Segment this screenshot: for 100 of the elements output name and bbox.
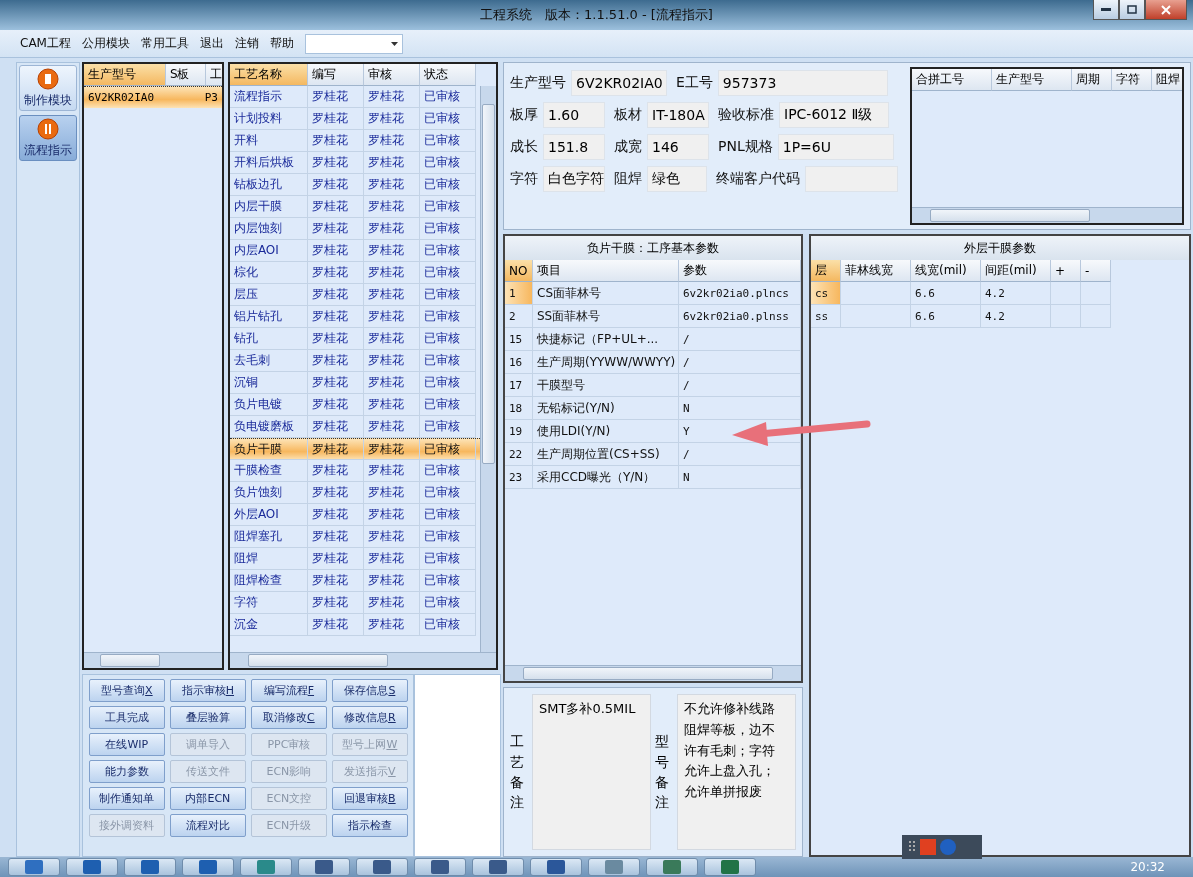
table-row[interactable]: 开料 罗桂花 罗桂花 已审核: [229, 130, 480, 152]
value-field[interactable]: 146: [647, 134, 709, 160]
value-field[interactable]: 6V2KR02IA0: [571, 70, 667, 96]
table-row[interactable]: cs 6.6 4.2: [811, 282, 1189, 305]
action-button[interactable]: 在线WIP: [88, 733, 165, 756]
nav-button[interactable]: 流程指示: [19, 115, 77, 161]
column-header[interactable]: 间距(mil): [981, 260, 1051, 282]
dropdown-field[interactable]: [304, 33, 403, 54]
column-header[interactable]: 审核: [363, 64, 420, 86]
value-field[interactable]: IT-180A: [647, 102, 709, 128]
table-row[interactable]: 2 SS面菲林号 6v2kr02ia0.plnss: [505, 305, 801, 328]
table-row[interactable]: 负片干膜 罗桂花 罗桂花 已审核: [229, 438, 480, 460]
column-header[interactable]: 参数: [679, 260, 801, 282]
table-row[interactable]: 棕化 罗桂花 罗桂花 已审核: [229, 262, 480, 284]
column-header[interactable]: 生产型号: [83, 64, 166, 86]
table-row[interactable]: 去毛刺 罗桂花 罗桂花 已审核: [229, 350, 480, 372]
table-row[interactable]: 17 干膜型号 /: [505, 374, 801, 397]
table-row[interactable]: 23 采用CCD曝光（Y/N） N: [505, 466, 801, 489]
action-button[interactable]: 制作通知单: [88, 787, 165, 810]
menu-item[interactable]: 退出: [199, 35, 224, 52]
table-row[interactable]: 18 无铅标记(Y/N) N: [505, 397, 801, 420]
table-row[interactable]: 钻孔 罗桂花 罗桂花 已审核: [229, 328, 480, 350]
table-row[interactable]: 1 CS面菲林号 6v2kr02ia0.plncs: [505, 282, 801, 305]
maximize-button[interactable]: [1119, 0, 1145, 20]
taskbar-button[interactable]: [66, 858, 118, 876]
taskbar-button[interactable]: [414, 858, 466, 876]
note-field[interactable]: SMT多补0.5MIL: [532, 694, 651, 850]
table-row[interactable]: 内层AOI 罗桂花 罗桂花 已审核: [229, 240, 480, 262]
taskbar-button[interactable]: [298, 858, 350, 876]
value-field[interactable]: 1.60: [543, 102, 605, 128]
taskbar-button[interactable]: [356, 858, 408, 876]
table-row[interactable]: 字符 罗桂花 罗桂花 已审核: [229, 592, 480, 614]
table-row[interactable]: 钻板边孔 罗桂花 罗桂花 已审核: [229, 174, 480, 196]
table-row[interactable]: 阻焊 罗桂花 罗桂花 已审核: [229, 548, 480, 570]
table-row[interactable]: 计划投料 罗桂花 罗桂花 已审核: [229, 108, 480, 130]
taskbar-button[interactable]: [646, 858, 698, 876]
horizontal-scrollbar[interactable]: [505, 665, 801, 681]
menu-item[interactable]: 公用模块: [81, 35, 130, 52]
table-row[interactable]: 负片电镀 罗桂花 罗桂花 已审核: [229, 394, 480, 416]
table-row[interactable]: 15 快捷标记（FP+UL+... /: [505, 328, 801, 351]
table-row[interactable]: ss 6.6 4.2: [811, 305, 1189, 328]
menu-item[interactable]: 帮助: [269, 35, 294, 52]
column-header[interactable]: 编写: [307, 64, 364, 86]
value-field[interactable]: 151.8: [543, 134, 605, 160]
taskbar-button[interactable]: [704, 858, 756, 876]
column-header[interactable]: 阻焊: [1152, 69, 1182, 91]
action-button[interactable]: 保存信息S: [331, 679, 408, 702]
taskbar-button[interactable]: [240, 858, 292, 876]
table-row[interactable]: 16 生产周期(YYWW/WWYY) /: [505, 351, 801, 374]
action-button[interactable]: 指示检查: [331, 814, 408, 837]
table-row[interactable]: 内层蚀刻 罗桂花 罗桂花 已审核: [229, 218, 480, 240]
column-header[interactable]: 状态: [419, 64, 476, 86]
action-button[interactable]: 工具完成: [88, 706, 165, 729]
vertical-scrollbar[interactable]: [479, 86, 496, 652]
table-row[interactable]: 流程指示 罗桂花 罗桂花 已审核: [229, 86, 480, 108]
column-header[interactable]: 合拼工号: [912, 69, 992, 91]
column-header[interactable]: 生产型号: [992, 69, 1072, 91]
action-button[interactable]: 回退审核B: [331, 787, 408, 810]
horizontal-scrollbar[interactable]: [912, 207, 1182, 223]
taskbar-button[interactable]: [530, 858, 582, 876]
table-row[interactable]: 6V2KR02IA0 P3: [83, 86, 222, 108]
minimize-button[interactable]: [1093, 0, 1119, 20]
horizontal-scrollbar[interactable]: [229, 652, 496, 668]
column-header[interactable]: S板: [165, 64, 206, 86]
value-field[interactable]: 绿色: [647, 166, 708, 192]
column-header[interactable]: -: [1081, 260, 1111, 282]
table-row[interactable]: 开料后烘板 罗桂花 罗桂花 已审核: [229, 152, 480, 174]
action-button[interactable]: 指示审核H: [169, 679, 246, 702]
table-row[interactable]: 沉金 罗桂花 罗桂花 已审核: [229, 614, 480, 636]
column-header[interactable]: 字符: [1112, 69, 1152, 91]
taskbar-button[interactable]: [8, 858, 60, 876]
note-field[interactable]: 不允许修补线路 阻焊等板，边不 许有毛刺；字符 允许上盘入孔； 允许单拼报废: [677, 694, 796, 850]
value-field[interactable]: 1P=6U: [777, 134, 894, 160]
value-field[interactable]: 957373: [717, 70, 888, 96]
action-button[interactable]: 内部ECN: [169, 787, 246, 810]
table-row[interactable]: 22 生产周期位置(CS+SS) /: [505, 443, 801, 466]
taskbar-button[interactable]: [182, 858, 234, 876]
menu-item[interactable]: CAM工程: [20, 35, 71, 52]
action-button[interactable]: 编写流程F: [250, 679, 327, 702]
horizontal-scrollbar[interactable]: [83, 652, 222, 668]
action-button[interactable]: 流程对比: [169, 814, 246, 837]
column-header[interactable]: 层: [811, 260, 841, 282]
table-row[interactable]: 负片蚀刻 罗桂花 罗桂花 已审核: [229, 482, 480, 504]
menu-item[interactable]: 注销: [234, 35, 259, 52]
table-row[interactable]: 外层AOI 罗桂花 罗桂花 已审核: [229, 504, 480, 526]
action-button[interactable]: 型号查询X: [88, 679, 165, 702]
nav-button[interactable]: 制作模块: [19, 65, 77, 111]
taskbar-button[interactable]: [124, 858, 176, 876]
table-row[interactable]: 层压 罗桂花 罗桂花 已审核: [229, 284, 480, 306]
action-button[interactable]: 叠层验算: [169, 706, 246, 729]
table-row[interactable]: 阻焊塞孔 罗桂花 罗桂花 已审核: [229, 526, 480, 548]
column-header[interactable]: 菲林线宽: [841, 260, 911, 282]
taskbar-button[interactable]: [588, 858, 640, 876]
action-button[interactable]: 能力参数: [88, 760, 165, 783]
column-header[interactable]: 工艺名称: [229, 64, 308, 86]
table-row[interactable]: 阻焊检查 罗桂花 罗桂花 已审核: [229, 570, 480, 592]
taskbar-button[interactable]: [472, 858, 524, 876]
action-button[interactable]: 修改信息R: [331, 706, 408, 729]
action-button[interactable]: 取消修改C: [250, 706, 327, 729]
table-row[interactable]: 内层干膜 罗桂花 罗桂花 已审核: [229, 196, 480, 218]
